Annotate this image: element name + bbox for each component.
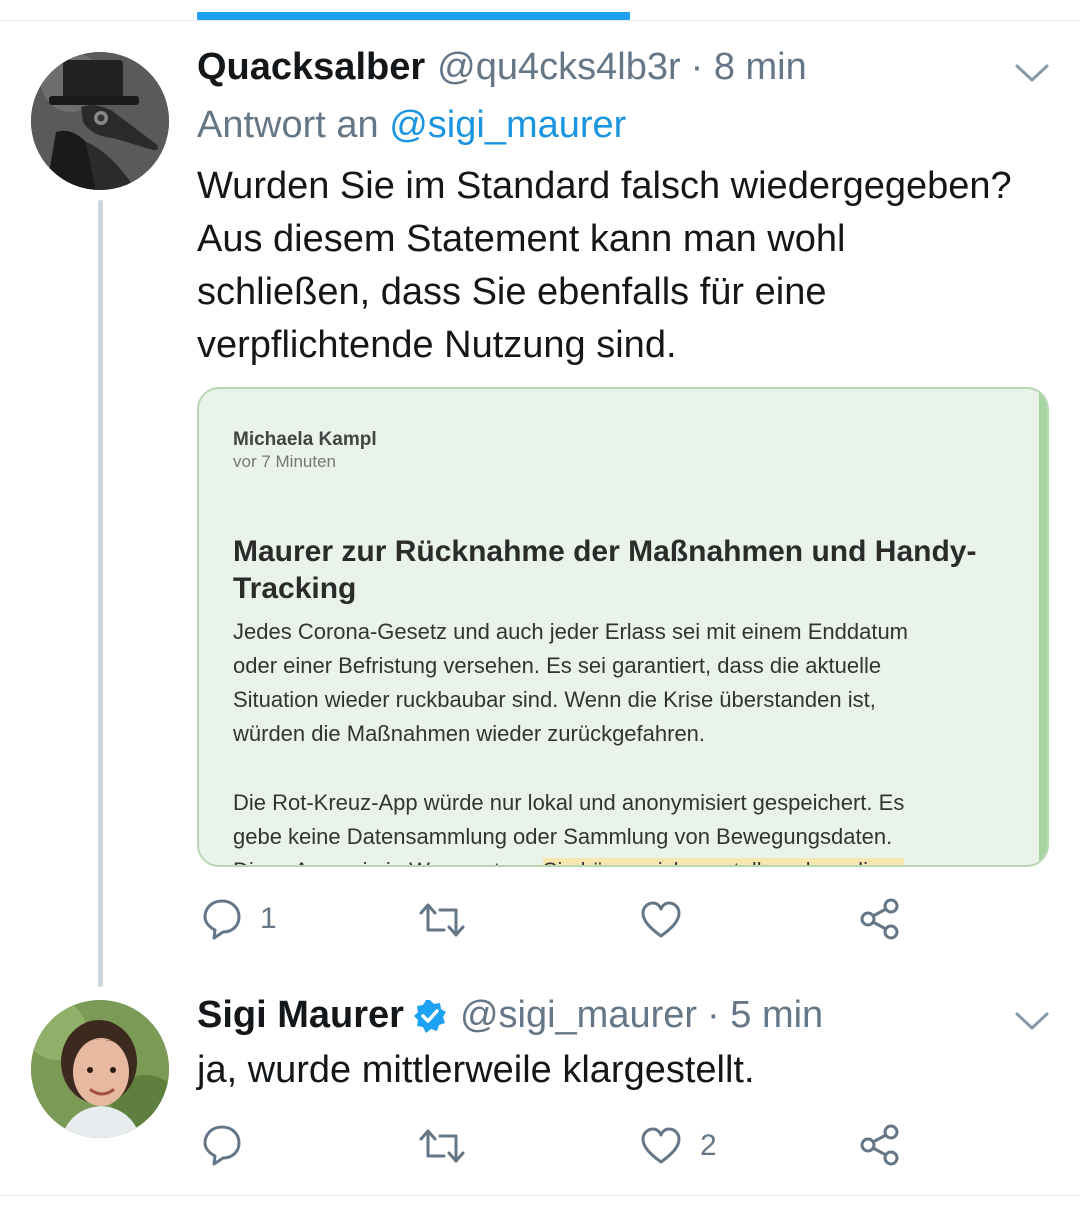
divider xyxy=(0,20,1080,21)
highlighted-text: Sie könne sich vorstellen, dass diese xyxy=(542,858,904,865)
article-paragraph: Die Rot-Kreuz-App würde nur lokal und an… xyxy=(233,786,1023,865)
plague-doctor-avatar-icon xyxy=(31,52,169,190)
retweet-button[interactable] xyxy=(418,900,466,940)
like-button[interactable]: 2 xyxy=(640,1126,717,1166)
reply-context: Antwort an @sigi_maurer xyxy=(197,104,626,147)
heart-icon xyxy=(641,1127,681,1164)
article-line: Situation wieder ruckbaubar sind. Wenn d… xyxy=(233,687,876,712)
reply-handle-link[interactable]: @sigi_maurer xyxy=(389,104,626,146)
chevron-down-icon[interactable] xyxy=(1012,1006,1052,1036)
tweet-time[interactable]: · 5 min xyxy=(707,994,823,1037)
tweet-text-line: verpflichtende Nutzung sind. xyxy=(197,324,677,366)
share-button[interactable] xyxy=(860,898,902,940)
article-line: würden die Maßnahmen wieder zurückgefahr… xyxy=(233,721,706,746)
like-count: 2 xyxy=(700,1129,717,1162)
article-title-line: Maurer zur Rücknahme der Maßnahmen und H… xyxy=(233,535,977,568)
article-line: oder einer Befristung versehen. Es sei g… xyxy=(233,653,882,678)
reply-count: 1 xyxy=(260,902,277,935)
tweet-header: Quacksalber @qu4cks4lb3r · 8 min xyxy=(197,46,807,89)
article-line: gebe keine Datensammlung oder Sammlung v… xyxy=(233,824,893,849)
avatar-quacksalber[interactable] xyxy=(31,52,169,190)
share-icon xyxy=(860,1124,899,1166)
share-icon xyxy=(860,898,899,940)
reply-button[interactable] xyxy=(202,1124,260,1166)
heart-icon xyxy=(641,901,681,938)
retweet-icon xyxy=(419,903,465,937)
tweet-text: Wurden Sie im Standard falsch wiedergege… xyxy=(197,160,1012,372)
article-line-text: Diese App sei ein Warnsystem. xyxy=(233,858,537,865)
card-edge xyxy=(1039,389,1047,865)
author-name[interactable]: Quacksalber xyxy=(197,46,425,89)
tweet-text: ja, wurde mittlerweile klargestellt. xyxy=(197,1049,755,1091)
thread-connector-line xyxy=(98,200,103,987)
divider xyxy=(0,1195,1080,1196)
article-time: vor 7 Minuten xyxy=(233,452,336,471)
article-title: Maurer zur Rücknahme der Maßnahmen und H… xyxy=(233,533,1023,607)
profile-photo-icon xyxy=(31,1000,169,1138)
tweet-text-line: schließen, dass Sie ebenfalls für eine xyxy=(197,271,827,313)
article-line: Diese App sei ein Warnsystem. Sie könne … xyxy=(233,854,1023,865)
avatar-sigi-maurer[interactable] xyxy=(31,1000,169,1138)
tweet-header: Sigi Maurer @sigi_maurer · 5 min xyxy=(197,994,823,1037)
reply-icon xyxy=(203,899,241,940)
like-button[interactable] xyxy=(640,900,682,940)
article-title-line: Tracking xyxy=(233,572,357,605)
author-name[interactable]: Sigi Maurer xyxy=(197,994,404,1037)
chevron-down-icon[interactable] xyxy=(1012,58,1052,88)
retweet-button[interactable] xyxy=(418,1126,466,1166)
article-author: Michaela Kampl xyxy=(233,429,377,450)
author-handle[interactable]: @sigi_maurer xyxy=(460,994,697,1037)
author-handle[interactable]: @qu4cks4lb3r xyxy=(437,46,680,89)
active-tab-indicator xyxy=(197,12,630,20)
reply-icon xyxy=(203,1125,241,1166)
attached-image[interactable]: Michaela Kampl vor 7 Minuten Maurer zur … xyxy=(197,387,1049,867)
tweet-text-line: Aus diesem Statement kann man wohl xyxy=(197,218,846,260)
tweet-time[interactable]: · 8 min xyxy=(691,46,807,89)
reply-button[interactable]: 1 xyxy=(202,898,277,940)
retweet-icon xyxy=(419,1129,465,1163)
tweet-text-line: Wurden Sie im Standard falsch wiedergege… xyxy=(197,165,1012,207)
article-line: Die Rot-Kreuz-App würde nur lokal und an… xyxy=(233,790,905,815)
article-line: Jedes Corona-Gesetz und auch jeder Erlas… xyxy=(233,619,909,644)
verified-badge-icon xyxy=(413,999,446,1033)
article-paragraph: Jedes Corona-Gesetz und auch jeder Erlas… xyxy=(233,615,1023,751)
reply-prefix: Antwort an xyxy=(197,104,379,146)
share-button[interactable] xyxy=(860,1124,902,1166)
